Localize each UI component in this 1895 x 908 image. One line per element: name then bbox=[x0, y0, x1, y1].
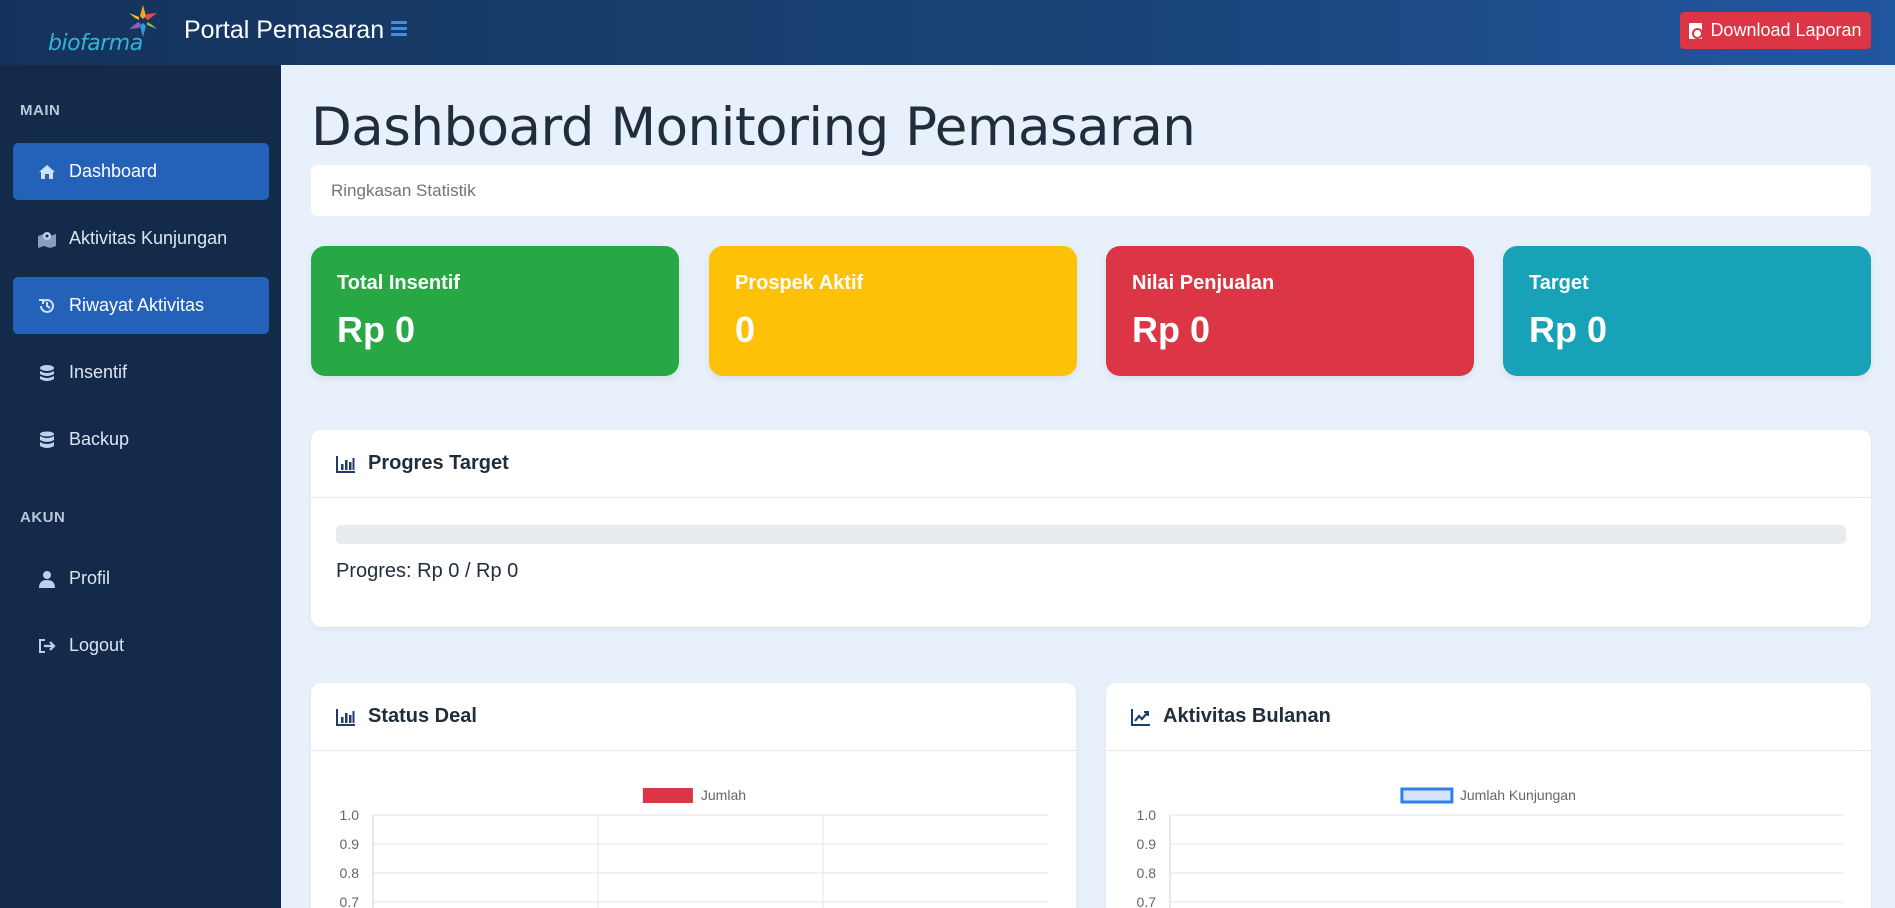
y-tick-label: 0.9 bbox=[1137, 836, 1157, 852]
sidebar-section-akun: AKUN bbox=[20, 509, 66, 526]
stat-card-target: Target Rp 0 bbox=[1503, 246, 1871, 376]
sidebar-item-label: Backup bbox=[69, 429, 130, 449]
database-icon bbox=[37, 430, 57, 450]
breadcrumb: Ringkasan Statistik bbox=[311, 165, 1871, 216]
panel-title: Progres Target bbox=[368, 452, 509, 474]
sidebar-section-main: MAIN bbox=[20, 102, 61, 119]
sidebar-item-label: Logout bbox=[69, 635, 125, 655]
stat-label: Nilai Penjualan bbox=[1132, 272, 1275, 294]
biofarma-logo[interactable]: biofarma bbox=[48, 4, 160, 60]
legend-swatch bbox=[1400, 787, 1454, 804]
sidebar-item-label: Profil bbox=[69, 568, 111, 588]
sidebar: MAIN Dashboard Aktivitas Kunjungan Riway… bbox=[0, 65, 281, 908]
download-report-button[interactable]: Download Laporan bbox=[1680, 12, 1871, 49]
stat-card-nilai-penjualan: Nilai Penjualan Rp 0 bbox=[1106, 246, 1474, 376]
sidebar-item-insentif[interactable]: Insentif bbox=[13, 344, 269, 401]
sidebar-item-logout[interactable]: Logout bbox=[13, 617, 269, 674]
stat-card-prospek-aktif: Prospek Aktif 0 bbox=[709, 246, 1077, 376]
stat-value: Rp 0 bbox=[1132, 309, 1211, 350]
stat-card-total-insentif: Total Insentif Rp 0 bbox=[311, 246, 679, 376]
sidebar-item-aktivitas-kunjungan[interactable]: Aktivitas Kunjungan bbox=[13, 210, 269, 267]
status-deal-panel: Status Deal Jumlah 1.0 0.9 0.8 0.7 bbox=[311, 683, 1076, 908]
user-icon bbox=[37, 569, 57, 589]
legend-label: Jumlah Kunjungan bbox=[1460, 787, 1576, 803]
panel-title: Aktivitas Bulanan bbox=[1163, 705, 1331, 727]
progress-bar bbox=[336, 525, 1846, 544]
sidebar-item-label: Dashboard bbox=[69, 161, 158, 181]
legend-swatch bbox=[642, 788, 693, 803]
main-content: Dashboard Monitoring Pemasaran Ringkasan… bbox=[281, 65, 1895, 908]
sidebar-item-label: Insentif bbox=[69, 362, 128, 382]
panel-title: Status Deal bbox=[368, 705, 477, 727]
legend-label: Jumlah bbox=[701, 787, 746, 803]
file-pdf-icon bbox=[1689, 22, 1704, 39]
sidebar-item-label: Aktivitas Kunjungan bbox=[69, 228, 228, 248]
download-report-label: Download Laporan bbox=[1710, 20, 1862, 40]
bar-chart-icon bbox=[336, 708, 356, 726]
y-tick-label: 0.7 bbox=[1137, 894, 1157, 908]
panel-header: Aktivitas Bulanan bbox=[1106, 683, 1871, 751]
line-chart-icon bbox=[1131, 708, 1151, 726]
aktivitas-bulanan-chart: Jumlah Kunjungan 1.0 0.9 0.8 0.7 bbox=[1137, 787, 1843, 908]
panel-header: Progres Target bbox=[311, 430, 1871, 498]
stat-label: Total Insentif bbox=[337, 272, 460, 294]
top-navbar: biofarma Portal Pemasaran Download Lapor… bbox=[0, 0, 1895, 65]
portal-title: Portal Pemasaran bbox=[184, 16, 385, 44]
sidebar-item-label: Riwayat Aktivitas bbox=[69, 295, 205, 315]
stat-value: Rp 0 bbox=[1529, 309, 1608, 350]
stat-value: 0 bbox=[735, 309, 756, 350]
y-tick-label: 0.8 bbox=[1137, 865, 1157, 881]
coins-icon bbox=[37, 363, 57, 383]
logout-icon bbox=[37, 636, 57, 656]
progress-target-panel: Progres Target Progres: Rp 0 / Rp 0 bbox=[311, 430, 1871, 627]
sidebar-item-backup[interactable]: Backup bbox=[13, 411, 269, 468]
page-title: Dashboard Monitoring Pemasaran bbox=[311, 97, 1196, 158]
y-tick-label: 0.7 bbox=[340, 894, 360, 908]
bar-chart-icon bbox=[336, 455, 356, 473]
stat-label: Prospek Aktif bbox=[735, 272, 864, 294]
logo-text: biofarma bbox=[48, 31, 143, 56]
stat-label: Target bbox=[1529, 272, 1589, 294]
stat-value: Rp 0 bbox=[337, 309, 416, 350]
sidebar-item-profil[interactable]: Profil bbox=[13, 550, 269, 607]
panel-header: Status Deal bbox=[311, 683, 1076, 751]
y-tick-label: 0.8 bbox=[340, 865, 360, 881]
sidebar-item-riwayat-aktivitas[interactable]: Riwayat Aktivitas bbox=[13, 277, 269, 334]
map-marker-icon bbox=[37, 229, 57, 249]
aktivitas-bulanan-panel: Aktivitas Bulanan Jumlah Kunjungan 1.0 0.9… bbox=[1106, 683, 1871, 908]
sidebar-item-dashboard[interactable]: Dashboard bbox=[13, 143, 269, 200]
home-icon bbox=[37, 162, 57, 182]
menu-toggle-icon[interactable] bbox=[391, 21, 407, 37]
y-tick-label: 1.0 bbox=[1137, 807, 1157, 823]
y-tick-label: 1.0 bbox=[340, 807, 360, 823]
history-icon bbox=[37, 296, 57, 316]
breadcrumb-item: Ringkasan Statistik bbox=[331, 180, 476, 200]
status-deal-chart: Jumlah 1.0 0.9 0.8 0.7 bbox=[340, 787, 1048, 908]
y-tick-label: 0.9 bbox=[340, 836, 360, 852]
progress-text: Progres: Rp 0 / Rp 0 bbox=[336, 560, 519, 582]
